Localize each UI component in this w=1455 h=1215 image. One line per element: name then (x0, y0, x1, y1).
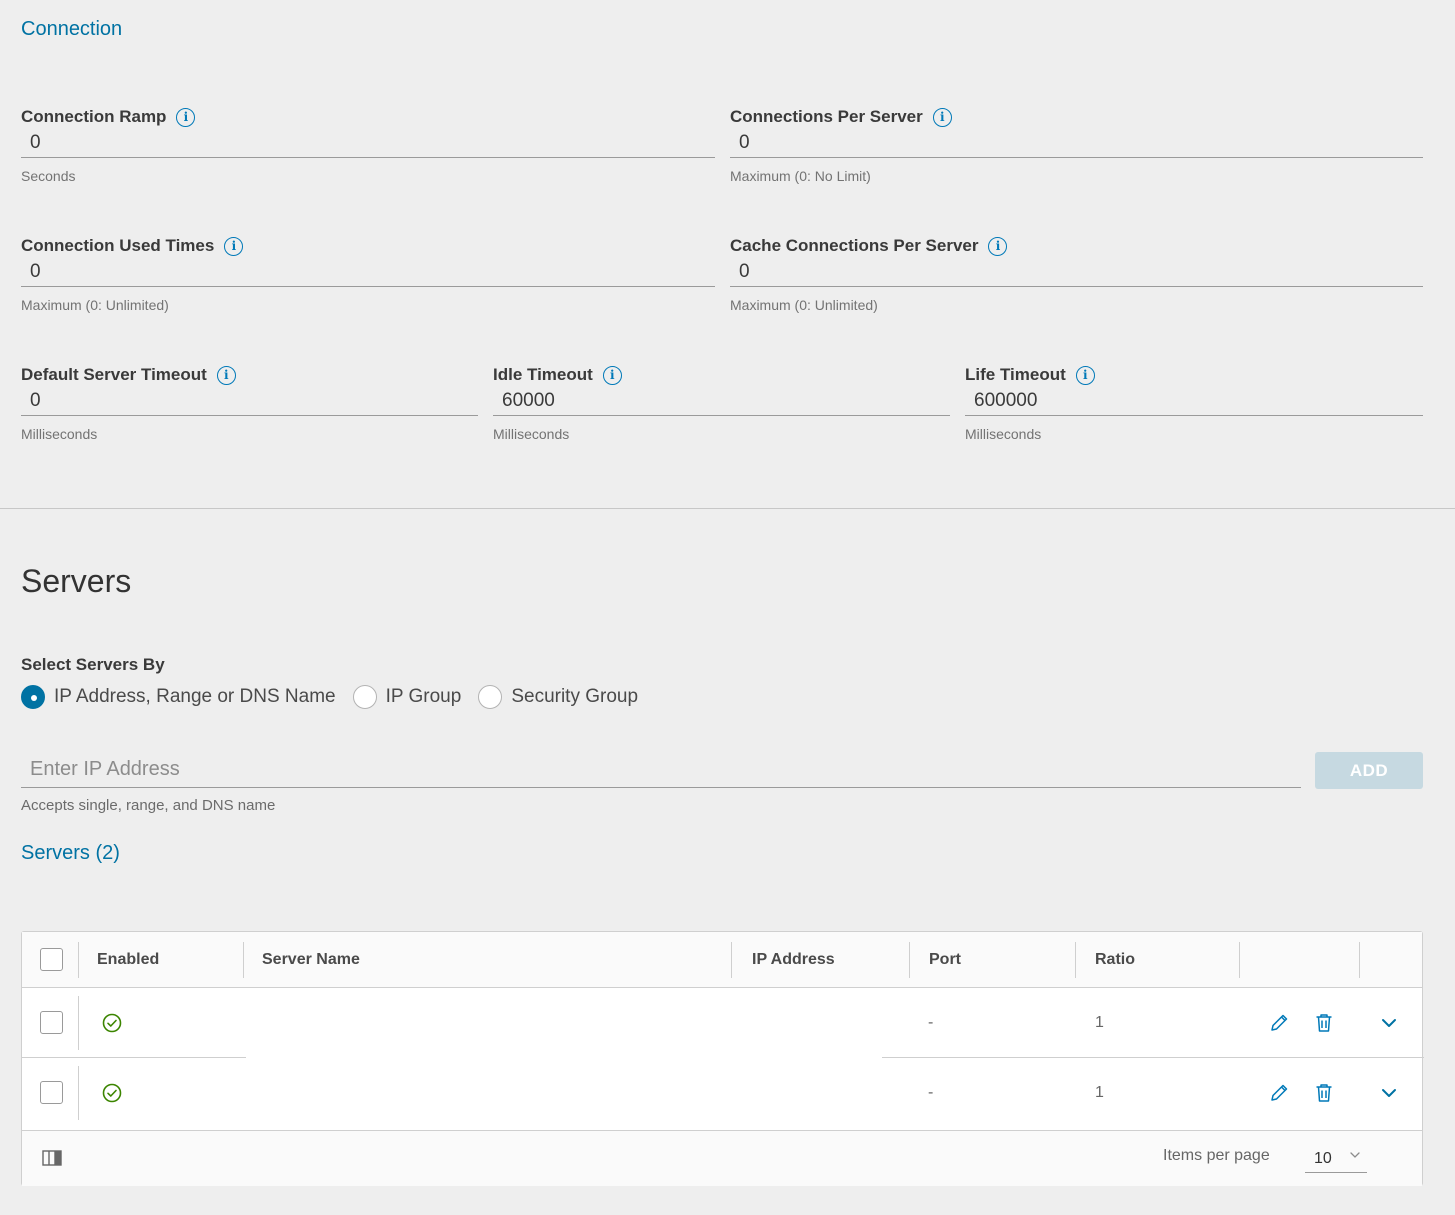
port-cell: - (928, 1084, 934, 1101)
info-icon[interactable]: i (988, 236, 1008, 256)
table-row: - 1 (22, 1058, 1422, 1128)
column-toggle-icon[interactable] (42, 1150, 62, 1166)
idle-timeout-input[interactable]: 60000 (493, 386, 950, 416)
ip-address-help: Accepts single, range, and DNS name (21, 797, 276, 814)
default-server-timeout-input[interactable]: 0 (21, 386, 478, 416)
connection-used-times-help: Maximum (0: Unlimited) (21, 297, 169, 313)
items-per-page-value[interactable]: 10 (1314, 1150, 1332, 1167)
connection-ramp-label-text: Connection Ramp (21, 107, 167, 126)
radio-ip-group[interactable]: IP Group (352, 685, 462, 709)
servers-table: Enabled Server Name IP Address Port Rati… (21, 931, 1424, 1186)
idle-timeout-help: Milliseconds (493, 426, 570, 442)
info-icon[interactable]: i (216, 365, 236, 385)
connection-ramp-input[interactable]: 0 (21, 128, 715, 158)
enabled-check-icon (102, 1013, 122, 1033)
radio-unchecked-icon[interactable] (352, 685, 377, 709)
servers-list-link[interactable]: Servers (2) (21, 842, 120, 865)
radio-security-group-label[interactable]: Security Group (511, 686, 638, 708)
table-footer: Items per page 10 (22, 1130, 1422, 1186)
connection-used-times-field: Connection Used Times i 0 Maximum (0: Unl… (21, 235, 715, 313)
column-header-server-name[interactable]: Server Name (262, 932, 360, 988)
life-timeout-input[interactable]: 600000 (965, 386, 1423, 416)
column-separator[interactable] (243, 942, 244, 978)
cache-connections-per-server-label-text: Cache Connections Per Server (730, 236, 979, 255)
radio-ip-address-label[interactable]: IP Address, Range or DNS Name (54, 686, 336, 708)
life-timeout-help: Milliseconds (965, 426, 1042, 442)
select-servers-by-radio-group: IP Address, Range or DNS Name IP Group S… (21, 685, 655, 709)
idle-timeout-label: Idle Timeout i (493, 364, 950, 386)
enabled-check-icon (102, 1083, 122, 1103)
row-column-separator (78, 1066, 79, 1120)
table-header: Enabled Server Name IP Address Port Rati… (22, 932, 1422, 988)
chevron-down-icon[interactable] (1349, 1149, 1361, 1161)
radio-security-group[interactable]: Security Group (478, 685, 638, 709)
column-header-enabled[interactable]: Enabled (97, 932, 159, 988)
column-separator (1359, 942, 1360, 978)
default-server-timeout-label-text: Default Server Timeout (21, 365, 207, 384)
table-row: - 1 (22, 988, 1422, 1058)
column-header-ip-address[interactable]: IP Address (752, 932, 835, 988)
life-timeout-label: Life Timeout i (965, 364, 1423, 386)
connections-per-server-input[interactable]: 0 (730, 128, 1423, 158)
connection-section-link[interactable]: Connection (21, 18, 122, 41)
cache-connections-per-server-field: Cache Connections Per Server i 0 Maximum … (730, 235, 1423, 313)
connections-per-server-label-text: Connections Per Server (730, 107, 923, 126)
radio-unchecked-icon[interactable] (478, 685, 503, 709)
add-button[interactable]: ADD (1315, 752, 1423, 789)
info-icon[interactable]: i (224, 236, 244, 256)
column-separator[interactable] (909, 942, 910, 978)
connection-ramp-help: Seconds (21, 168, 76, 184)
chevron-down-icon[interactable] (1378, 1012, 1400, 1034)
column-separator (78, 942, 79, 978)
chevron-down-icon[interactable] (1378, 1082, 1400, 1104)
default-server-timeout-label: Default Server Timeout i (21, 364, 478, 386)
info-icon[interactable]: i (602, 365, 622, 385)
delete-trash-icon[interactable] (1313, 1012, 1335, 1034)
default-server-timeout-help: Milliseconds (21, 426, 98, 442)
select-all-checkbox[interactable] (40, 948, 63, 971)
connection-used-times-label-text: Connection Used Times (21, 236, 215, 255)
idle-timeout-field: Idle Timeout i 60000 Milliseconds (493, 364, 950, 442)
column-separator (1239, 942, 1240, 978)
port-cell: - (928, 1014, 934, 1031)
column-header-ratio[interactable]: Ratio (1095, 932, 1135, 988)
connection-used-times-label: Connection Used Times i (21, 235, 715, 257)
column-separator[interactable] (731, 942, 732, 978)
connection-used-times-input[interactable]: 0 (21, 257, 715, 287)
ip-address-input[interactable]: Enter IP Address (21, 752, 1301, 788)
delete-trash-icon[interactable] (1313, 1082, 1335, 1104)
row-column-separator (78, 996, 79, 1050)
section-divider (0, 508, 1455, 509)
connections-per-server-field: Connections Per Server i 0 Maximum (0: No… (730, 106, 1423, 184)
column-header-port[interactable]: Port (929, 932, 961, 988)
cache-connections-per-server-help: Maximum (0: Unlimited) (730, 297, 878, 313)
items-per-page-select[interactable]: 10 (1305, 1145, 1367, 1173)
servers-section-title: Servers (21, 563, 132, 599)
connections-per-server-label: Connections Per Server i (730, 106, 1423, 128)
radio-checked-icon[interactable] (21, 685, 45, 709)
ratio-cell: 1 (1095, 1084, 1104, 1101)
life-timeout-label-text: Life Timeout (965, 365, 1066, 384)
radio-ip-group-label[interactable]: IP Group (386, 686, 462, 708)
items-per-page-label: Items per page (1163, 1147, 1270, 1164)
default-server-timeout-field: Default Server Timeout i 0 Milliseconds (21, 364, 478, 442)
select-servers-by-label: Select Servers By (21, 655, 165, 674)
row-checkbox[interactable] (40, 1011, 63, 1034)
info-icon[interactable]: i (1075, 365, 1095, 385)
connections-per-server-help: Maximum (0: No Limit) (730, 168, 871, 184)
connection-ramp-field: Connection Ramp i 0 Seconds (21, 106, 715, 184)
connection-ramp-label: Connection Ramp i (21, 106, 715, 128)
cache-connections-per-server-input[interactable]: 0 (730, 257, 1423, 287)
info-icon[interactable]: i (176, 107, 196, 127)
radio-ip-address[interactable]: IP Address, Range or DNS Name (21, 685, 336, 709)
idle-timeout-label-text: Idle Timeout (493, 365, 593, 384)
row-checkbox[interactable] (40, 1081, 63, 1104)
life-timeout-field: Life Timeout i 600000 Milliseconds (965, 364, 1423, 442)
edit-pencil-icon[interactable] (1268, 1082, 1290, 1104)
edit-pencil-icon[interactable] (1268, 1012, 1290, 1034)
ratio-cell: 1 (1095, 1014, 1104, 1031)
cache-connections-per-server-label: Cache Connections Per Server i (730, 235, 1423, 257)
info-icon[interactable]: i (932, 107, 952, 127)
column-separator[interactable] (1075, 942, 1076, 978)
